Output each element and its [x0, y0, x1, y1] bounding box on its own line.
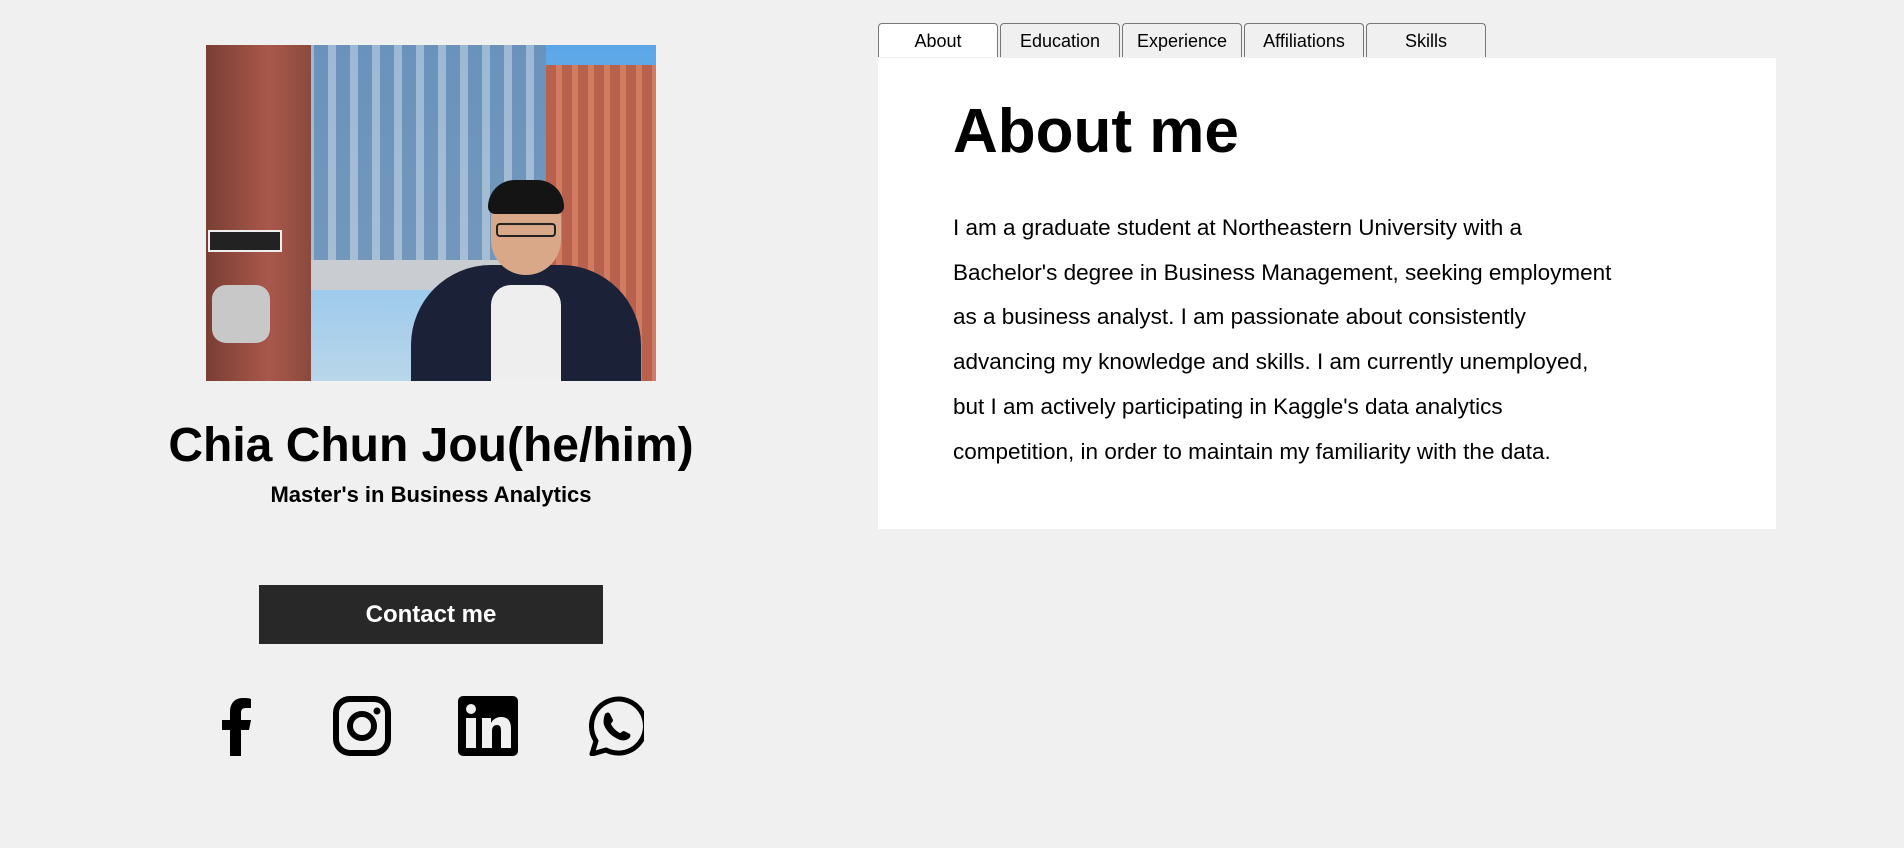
- about-line: Bachelor's degree in Business Management…: [953, 259, 1612, 285]
- about-panel: About me I am a graduate student at Nort…: [878, 58, 1776, 529]
- about-line: as a business analyst. I am passionate a…: [953, 304, 1526, 330]
- tab-experience[interactable]: Experience: [1122, 23, 1242, 57]
- about-heading: About me: [953, 97, 1239, 166]
- about-line: I am a graduate student at Northeastern …: [953, 215, 1523, 240]
- facebook-icon[interactable]: [206, 696, 266, 756]
- instagram-icon[interactable]: [332, 696, 392, 756]
- tab-education[interactable]: Education: [1000, 23, 1120, 57]
- whatsapp-icon[interactable]: [584, 696, 644, 756]
- contact-me-button[interactable]: Contact me: [259, 585, 603, 644]
- profile-degree: Master's in Business Analytics: [270, 482, 592, 507]
- tab-skills[interactable]: Skills: [1366, 23, 1486, 57]
- about-line: advancing my knowledge and skills. I am …: [953, 349, 1589, 375]
- about-line: competition, in order to maintain my fam…: [953, 438, 1551, 464]
- tab-about[interactable]: About: [878, 23, 998, 57]
- linkedin-icon[interactable]: [458, 696, 518, 756]
- about-line: but I am actively participating in Kaggl…: [953, 393, 1503, 419]
- profile-name: Chia Chun Jou(he/him): [168, 419, 694, 472]
- tab-bar: About Education Experience Affiliations …: [878, 23, 1488, 57]
- about-paragraph: I am a graduate student at Northeastern …: [953, 206, 1611, 474]
- tab-affiliations[interactable]: Affiliations: [1244, 23, 1364, 57]
- profile-photo: [206, 45, 656, 381]
